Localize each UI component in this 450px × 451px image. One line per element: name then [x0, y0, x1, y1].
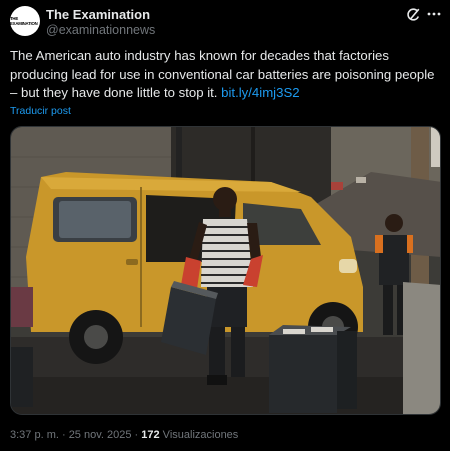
photo-man-carrying-batteries: [11, 127, 440, 414]
tweet-link[interactable]: bit.ly/4imj3S2: [221, 85, 299, 100]
tweet-photo[interactable]: [10, 126, 441, 415]
views-count: 172: [141, 429, 160, 441]
timestamp[interactable]: 3:37 p. m. · 25 nov. 2025 ·: [10, 429, 141, 441]
views-label: Visualizaciones: [159, 429, 239, 441]
tweet-footer: 3:37 p. m. · 25 nov. 2025 · 172 Visualiz…: [10, 429, 238, 441]
grok-icon[interactable]: [406, 8, 420, 22]
translate-post-link[interactable]: Traducir post: [10, 105, 71, 117]
account-handle[interactable]: @examinationnews: [46, 23, 155, 37]
account-name[interactable]: The Examination: [46, 7, 150, 22]
tweet-header: THE EXAMINATION The Examination @examina…: [10, 6, 442, 40]
more-icon[interactable]: [426, 6, 442, 22]
tweet-text: The American auto industry has known for…: [10, 47, 442, 103]
avatar[interactable]: THE EXAMINATION: [10, 6, 40, 36]
